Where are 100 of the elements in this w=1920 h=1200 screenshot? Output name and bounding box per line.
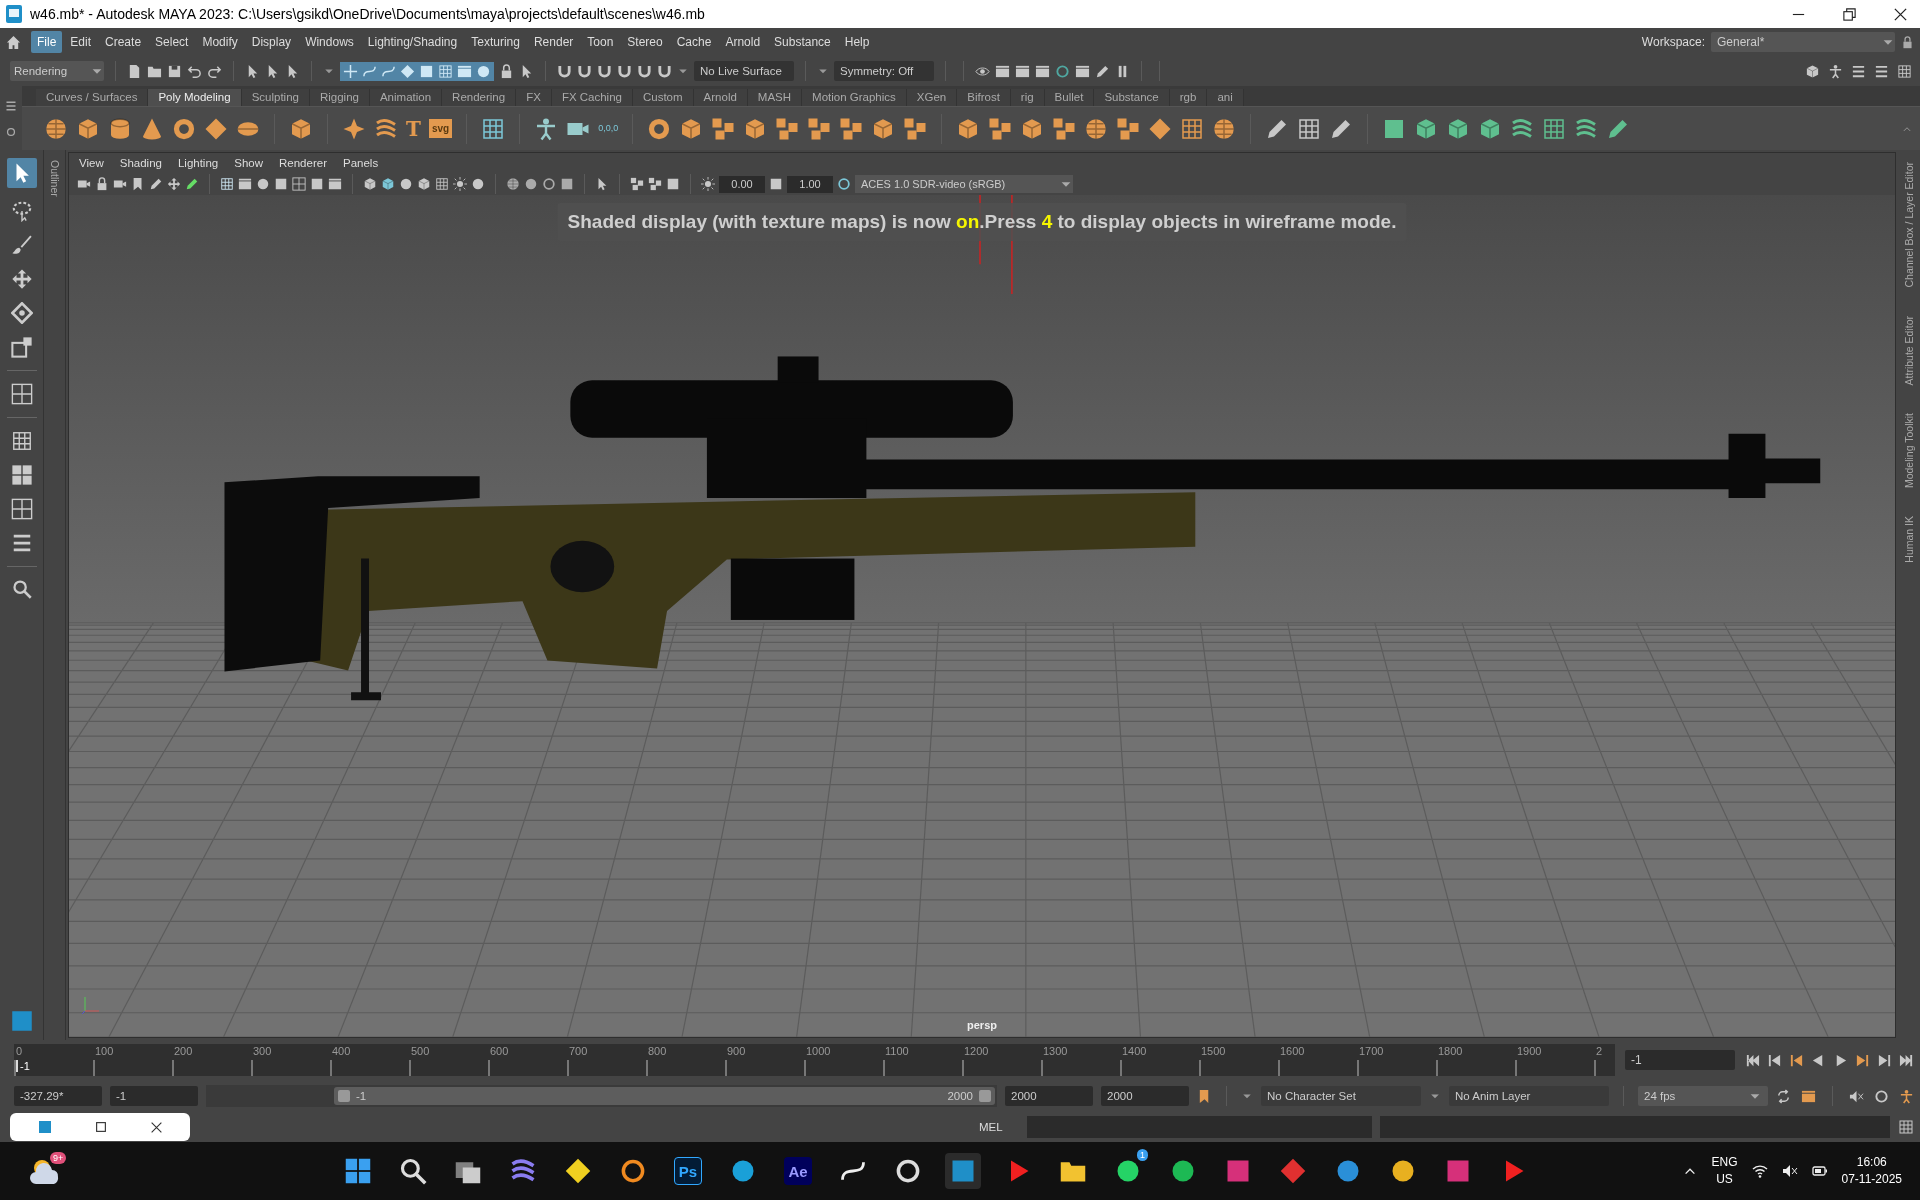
start-icon[interactable]	[344, 1157, 372, 1185]
color-space-dropdown[interactable]: ACES 1.0 SDR-video (sRGB)	[855, 175, 1073, 193]
close-icon[interactable]	[150, 1120, 164, 1134]
magnet-icon[interactable]	[617, 63, 632, 79]
menu-set-dropdown[interactable]: Rendering	[10, 61, 104, 81]
menu-item[interactable]: Substance	[768, 31, 837, 53]
shelf-tab[interactable]: FX Caching	[551, 89, 633, 106]
diamond-icon[interactable]	[204, 116, 228, 141]
close-button[interactable]	[1893, 6, 1908, 22]
workspace-dropdown[interactable]: General*	[1711, 32, 1895, 52]
cylinder-icon[interactable]	[108, 116, 132, 141]
move-icon[interactable]	[167, 177, 181, 191]
menu-icon[interactable]	[5, 99, 17, 112]
end-frame-field[interactable]: 2000	[1005, 1086, 1093, 1106]
blocks-icon[interactable]	[839, 116, 864, 141]
shelf-tab[interactable]: Animation	[369, 89, 443, 106]
range-slider[interactable]: -1 2000	[334, 1087, 995, 1105]
fps-dropdown[interactable]: 24 fps	[1638, 1086, 1768, 1106]
outliner-tab[interactable]: Outliner	[48, 160, 61, 1040]
clock-date[interactable]: 07-11-2025	[1841, 1171, 1902, 1188]
film-icon[interactable]	[328, 177, 342, 191]
cube-icon[interactable]	[289, 116, 313, 141]
grid-icon[interactable]	[435, 177, 449, 191]
cube-icon[interactable]	[417, 177, 431, 191]
app-icon[interactable]	[564, 1157, 592, 1185]
character-set-dropdown[interactable]: No Character Set	[1261, 1086, 1421, 1106]
side-tab[interactable]: Human IK	[1903, 516, 1915, 563]
restore-button[interactable]	[1842, 6, 1857, 22]
lines-icon[interactable]	[1851, 63, 1866, 79]
cone-icon[interactable]	[140, 116, 164, 141]
shelf-tab[interactable]: Rendering	[442, 89, 517, 106]
magnet-icon[interactable]	[597, 63, 612, 79]
panel-menu-item[interactable]: Show	[234, 157, 263, 169]
anim-layer-dropdown[interactable]: No Anim Layer	[1449, 1086, 1609, 1106]
square-icon[interactable]	[310, 177, 324, 191]
ring-icon[interactable]	[837, 177, 851, 191]
layout-icon[interactable]	[292, 177, 306, 191]
shelf-tab[interactable]: Motion Graphics	[802, 89, 907, 106]
square-icon[interactable]	[560, 177, 574, 191]
end-time-field[interactable]: 2000	[1101, 1086, 1189, 1106]
menu-item[interactable]: Help	[838, 31, 876, 53]
film-icon[interactable]	[995, 63, 1010, 79]
exposure-field[interactable]: 0.00	[719, 175, 765, 193]
sphere-icon[interactable]	[44, 116, 68, 141]
diamond-icon[interactable]	[400, 63, 415, 79]
side-tab[interactable]: Modeling Toolkit	[1903, 412, 1915, 489]
grid-icon[interactable]	[481, 116, 506, 141]
grid-icon[interactable]	[220, 177, 234, 191]
menu-item[interactable]: Modify	[196, 31, 244, 53]
menu-item[interactable]: File	[31, 31, 63, 53]
speaker-icon[interactable]	[1781, 1163, 1798, 1179]
range-handle[interactable]	[979, 1090, 991, 1102]
panel-menu-item[interactable]: Lighting	[177, 157, 219, 169]
grid-icon[interactable]	[438, 63, 453, 79]
menu-item[interactable]: Lighting/Shading	[361, 31, 464, 53]
shelf-tab[interactable]: Rigging	[309, 89, 370, 106]
menu-item[interactable]: Select	[149, 31, 195, 53]
sphere-icon[interactable]	[506, 177, 520, 191]
shelf-tab[interactable]: rgb	[1169, 89, 1208, 106]
panel-menu-item[interactable]: View	[79, 157, 104, 169]
circle-icon[interactable]	[399, 177, 413, 191]
side-tab[interactable]: Channel Box / Layer Editor	[1903, 162, 1915, 288]
grid-icon[interactable]	[1542, 116, 1567, 141]
magnet-icon[interactable]	[637, 63, 652, 79]
menu-item[interactable]: Edit	[64, 31, 98, 53]
square-icon[interactable]	[666, 177, 680, 191]
app-icon[interactable]	[894, 1157, 922, 1185]
grid-icon[interactable]	[10, 430, 33, 452]
shelf-tab[interactable]: Arnold	[693, 89, 748, 106]
grid-icon[interactable]	[1180, 116, 1205, 141]
lasso-icon[interactable]	[10, 200, 33, 222]
symmetry-dropdown[interactable]: Symmetry: Off	[834, 61, 934, 81]
blocks-icon[interactable]	[1052, 116, 1077, 141]
cube-icon[interactable]	[363, 177, 377, 191]
cube-icon[interactable]	[1805, 63, 1820, 79]
circle-icon[interactable]	[471, 177, 485, 191]
tiles-icon[interactable]	[10, 464, 33, 486]
battery-icon[interactable]	[1811, 1163, 1828, 1179]
panel-menu-item[interactable]: Panels	[342, 157, 379, 169]
svg-tool-icon[interactable]: svg	[428, 119, 453, 138]
lock-icon[interactable]	[499, 63, 514, 79]
search-icon[interactable]	[11, 579, 32, 599]
menu-item[interactable]: Arnold	[719, 31, 767, 53]
time-slider[interactable]: 0 100 200 300 400 500 600 700 800 900 1000 1100 1200 1300 1400 1500 1600 1700 1800 1900 2 -1	[14, 1044, 1615, 1076]
film-icon[interactable]	[238, 177, 252, 191]
brush-icon[interactable]	[10, 234, 33, 256]
wifi-icon[interactable]	[1751, 1163, 1768, 1179]
speaker-icon[interactable]	[1849, 1088, 1864, 1104]
torus-icon[interactable]	[647, 116, 672, 141]
loop-icon[interactable]	[1776, 1088, 1791, 1104]
menu-item[interactable]: Windows	[299, 31, 360, 53]
square-icon[interactable]	[769, 177, 783, 191]
home-icon[interactable]	[6, 34, 21, 50]
film-icon[interactable]	[1075, 63, 1090, 79]
sphere-icon[interactable]	[1084, 116, 1109, 141]
shelf-tab[interactable]: FX	[516, 89, 552, 106]
menu-item[interactable]: Cache	[670, 31, 718, 53]
shelf-tab[interactable]: ani	[1207, 89, 1244, 106]
magnet-icon[interactable]	[557, 63, 572, 79]
shelf-tab[interactable]: Bifrost	[957, 89, 1011, 106]
